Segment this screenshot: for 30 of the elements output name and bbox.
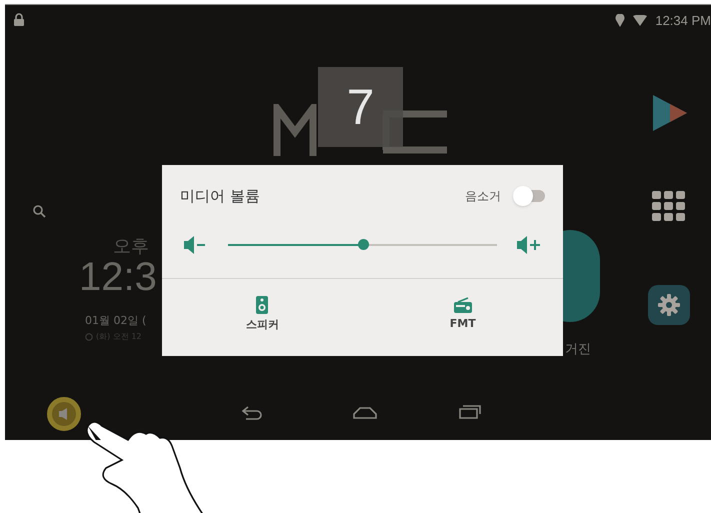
wifi-icon [633,15,648,26]
volume-button[interactable] [47,397,81,431]
volume-up-icon[interactable] [517,236,541,254]
lock-icon [14,13,24,26]
volume-slider[interactable] [228,238,497,250]
mute-label: 음소거 [465,188,501,206]
clock-date: 01월 02일 ( [85,313,146,329]
speaker-icon [59,408,69,420]
clock-time: 12:3 [79,257,157,297]
alarm-icon [85,333,93,341]
slider-thumb[interactable] [358,239,368,250]
clock-period: 오후 [113,235,149,259]
recents-icon[interactable] [459,405,481,419]
settings-button[interactable] [648,285,690,325]
location-icon [615,14,626,28]
status-time: 12:34 PM [655,12,711,30]
home-icon[interactable] [353,407,377,419]
back-icon[interactable] [242,406,264,420]
app-label: 거진 [565,341,591,359]
gear-icon [658,294,680,316]
play-store-icon[interactable] [653,95,687,131]
apps-grid-icon[interactable] [652,191,686,221]
output-option[interactable]: FMT [362,278,563,356]
search-icon[interactable] [33,205,46,218]
output-option[interactable]: 스피커 [162,278,362,356]
volume-down-icon[interactable] [184,236,208,254]
badge-number: 7 [346,82,374,132]
speaker-icon [256,296,268,314]
dialog-title: 미디어 볼륨 [180,186,260,207]
radio-icon [454,296,472,312]
